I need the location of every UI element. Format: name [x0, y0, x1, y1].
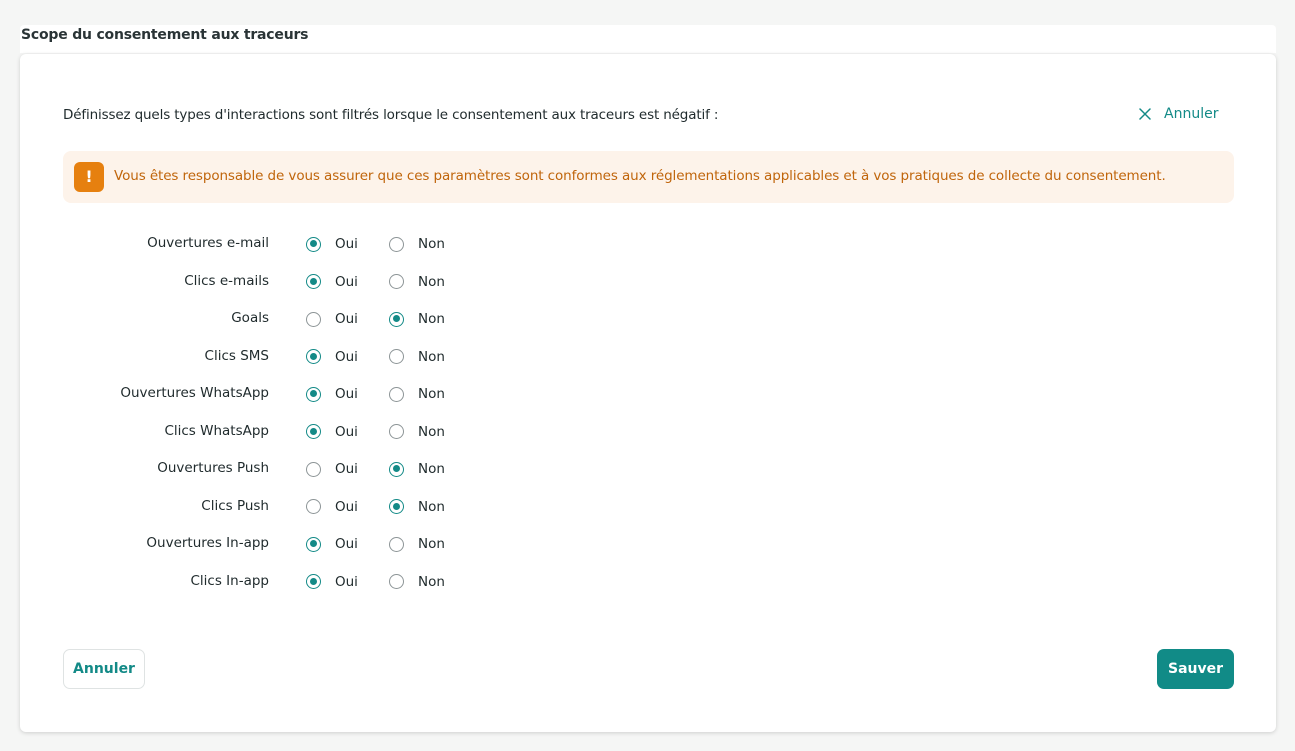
radio-option-non[interactable]: Non [389, 236, 445, 252]
option-row: Goals Oui Non [20, 307, 620, 344]
radio-button[interactable] [306, 349, 321, 364]
radio-label: Non [418, 573, 445, 590]
radio-option-non[interactable]: Non [389, 424, 445, 440]
radio-label: Non [418, 348, 445, 365]
radio-option-non[interactable]: Non [389, 274, 445, 290]
radio-button[interactable] [306, 499, 321, 514]
radio-button[interactable] [306, 424, 321, 439]
warning-icon: ! [74, 162, 104, 192]
radio-option-oui[interactable]: Oui [306, 349, 358, 365]
radio-option-oui[interactable]: Oui [306, 236, 358, 252]
radio-label: Non [418, 536, 445, 552]
option-row: Clics SMS Oui Non [20, 345, 620, 382]
radio-label: Oui [335, 311, 358, 327]
radio-button[interactable] [389, 499, 404, 514]
option-row-label: Ouvertures WhatsApp [120, 385, 269, 401]
cancel-button[interactable]: Annuler [63, 649, 145, 689]
radio-label: Oui [335, 573, 358, 590]
radio-option-oui[interactable]: Oui [306, 574, 358, 590]
radio-button[interactable] [389, 311, 404, 327]
option-row-label: Ouvertures Push [157, 460, 269, 476]
save-button[interactable]: Sauver [1157, 649, 1234, 689]
radio-option-non[interactable]: Non [389, 386, 445, 402]
radio-label: Oui [335, 348, 358, 365]
option-row: Clics WhatsApp Oui Non [20, 420, 620, 457]
radio-option-non[interactable]: Non [389, 311, 445, 327]
top-cancel-link[interactable]: Annuler [1138, 106, 1218, 122]
intro-text: Définissez quels types d'interactions so… [63, 107, 719, 123]
radio-label: Non [418, 423, 445, 440]
radio-option-non[interactable]: Non [389, 349, 445, 365]
radio-button[interactable] [306, 574, 321, 589]
radio-label: Oui [335, 498, 358, 515]
option-row-label: Clics In-app [190, 572, 270, 589]
option-row: Ouvertures e-mail Oui Non [20, 232, 620, 269]
option-row-label: Clics SMS [204, 347, 269, 364]
radio-button[interactable] [306, 274, 321, 289]
radio-option-non[interactable]: Non [389, 461, 445, 477]
close-icon [1139, 108, 1151, 120]
radio-button[interactable] [389, 274, 404, 289]
option-row-label: Ouvertures In-app [146, 535, 269, 551]
option-row: Clics Push Oui Non [20, 495, 620, 532]
radio-label: Non [418, 311, 445, 327]
radio-option-oui[interactable]: Oui [306, 311, 358, 327]
radio-label: Oui [335, 386, 358, 402]
section-header: Scope du consentement aux traceurs [20, 25, 1276, 53]
page: Scope du consentement aux traceurs Défin… [0, 0, 1295, 751]
radio-button[interactable] [306, 386, 321, 402]
radio-label: Non [418, 461, 445, 477]
option-row: Clics e-mails Oui Non [20, 270, 620, 307]
option-row: Ouvertures In-app Oui Non [20, 532, 620, 569]
radio-button[interactable] [389, 236, 404, 252]
option-row: Ouvertures Push Oui Non [20, 457, 620, 494]
radio-label: Oui [335, 423, 358, 440]
radio-button[interactable] [389, 424, 404, 439]
option-row-label: Goals [231, 310, 269, 326]
warning-banner: ! Vous êtes responsable de vous assurer … [63, 151, 1234, 203]
radio-label: Oui [335, 461, 358, 477]
option-row-label: Ouvertures e-mail [147, 235, 269, 251]
radio-option-non[interactable]: Non [389, 499, 445, 515]
option-row-label: Clics WhatsApp [164, 422, 269, 439]
radio-label: Non [418, 498, 445, 515]
radio-option-oui[interactable]: Oui [306, 424, 358, 440]
radio-option-oui[interactable]: Oui [306, 499, 358, 515]
radio-label: Non [418, 236, 445, 252]
radio-label: Oui [335, 536, 358, 552]
radio-button[interactable] [389, 461, 404, 477]
radio-option-oui[interactable]: Oui [306, 274, 358, 290]
radio-option-non[interactable]: Non [389, 574, 445, 590]
radio-label: Non [418, 386, 445, 402]
option-row-label: Clics Push [201, 497, 269, 514]
radio-label: Oui [335, 236, 358, 252]
radio-button[interactable] [389, 386, 404, 402]
section-title: Scope du consentement aux traceurs [21, 27, 309, 43]
option-row: Clics In-app Oui Non [20, 570, 620, 607]
radio-button[interactable] [306, 236, 321, 252]
radio-button[interactable] [389, 536, 404, 552]
radio-button[interactable] [306, 311, 321, 327]
radio-option-non[interactable]: Non [389, 536, 445, 552]
radio-button[interactable] [389, 349, 404, 364]
warning-text: Vous êtes responsable de vous assurer qu… [114, 168, 1166, 184]
radio-button[interactable] [306, 536, 321, 552]
top-cancel-label: Annuler [1164, 106, 1219, 122]
radio-button[interactable] [306, 461, 321, 477]
radio-label: Oui [335, 273, 358, 290]
radio-label: Non [418, 273, 445, 290]
radio-button[interactable] [389, 574, 404, 589]
option-row-label: Clics e-mails [184, 272, 269, 289]
option-row: Ouvertures WhatsApp Oui Non [20, 382, 620, 419]
radio-option-oui[interactable]: Oui [306, 386, 358, 402]
consent-scope-card: Définissez quels types d'interactions so… [20, 54, 1276, 732]
radio-option-oui[interactable]: Oui [306, 461, 358, 477]
radio-option-oui[interactable]: Oui [306, 536, 358, 552]
